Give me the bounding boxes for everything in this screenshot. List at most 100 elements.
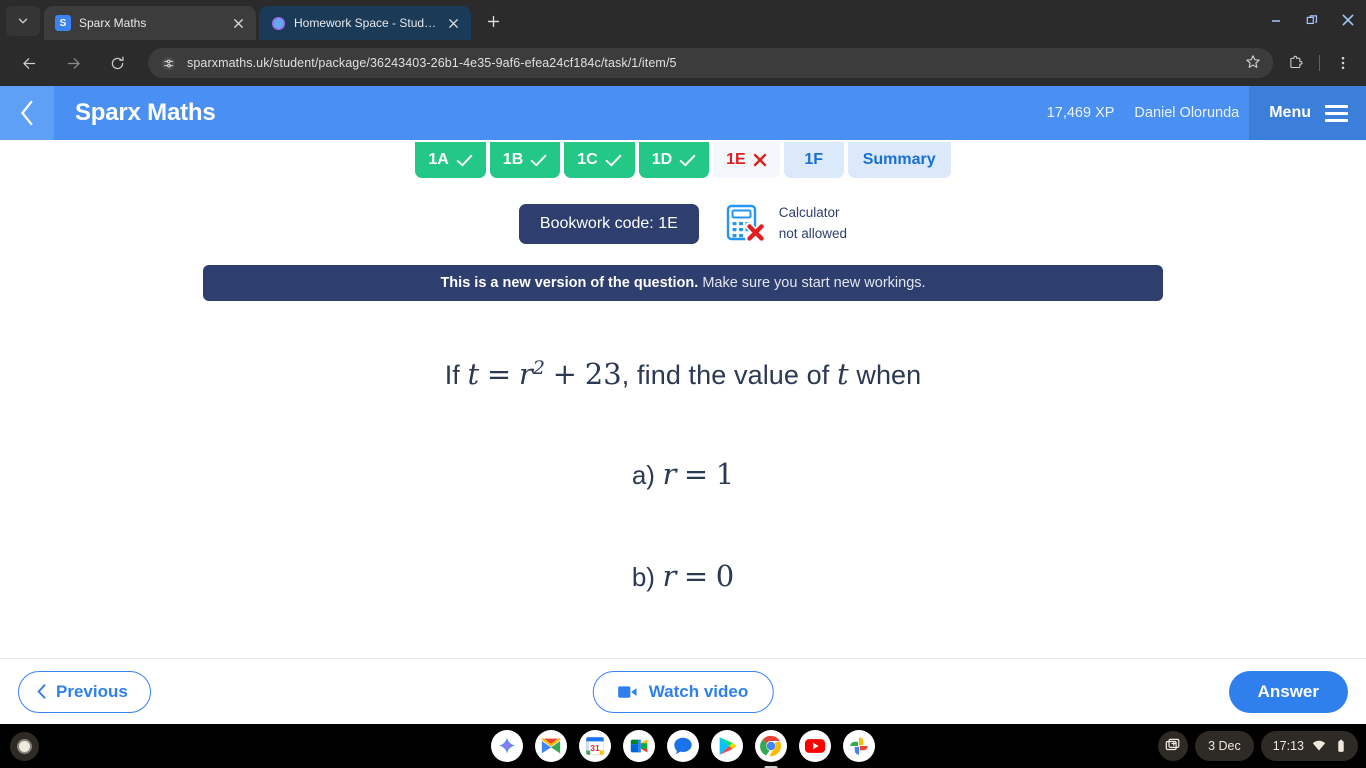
hamburger-icon xyxy=(1325,104,1348,122)
shelf-item-photos[interactable] xyxy=(843,730,875,762)
shelf-item-youtube[interactable] xyxy=(799,730,831,762)
shelf-item-gmail[interactable] xyxy=(535,730,567,762)
reload-button[interactable] xyxy=(101,47,133,79)
new-tab-button[interactable] xyxy=(479,7,507,35)
messages-icon xyxy=(674,737,692,755)
bookwork-code: Bookwork code: 1E xyxy=(518,204,699,244)
shelf-item-play-store[interactable] xyxy=(711,730,743,762)
task-tab-label: 1C xyxy=(577,151,598,168)
browser-tab-sparx[interactable]: S Sparx Maths xyxy=(44,6,256,40)
battery-icon xyxy=(1338,739,1344,752)
browser-tab-studyx[interactable]: Homework Space - StudyX xyxy=(259,6,471,40)
part-label: b) xyxy=(631,562,655,592)
calendar-icon: 31 xyxy=(585,736,605,756)
maximize-button[interactable] xyxy=(1304,12,1320,28)
task-tab-summary[interactable]: Summary xyxy=(847,142,951,178)
previous-button[interactable]: Previous xyxy=(18,670,151,713)
answer-button[interactable]: Answer xyxy=(1228,670,1348,713)
app-title: Sparx Maths xyxy=(75,99,216,126)
task-tab-label: 1A xyxy=(428,151,449,168)
task-tab-1d[interactable]: 1D xyxy=(638,142,710,178)
chrome-icon xyxy=(760,735,782,757)
new-version-banner: This is a new version of the question. M… xyxy=(203,265,1163,301)
app-header-right: 17,469 XP Daniel Olorunda Menu xyxy=(1047,86,1366,140)
app-back-button[interactable] xyxy=(0,86,54,140)
part-variable: r xyxy=(662,457,677,491)
check-icon xyxy=(605,154,621,166)
sparx-icon: S xyxy=(55,15,71,31)
task-tab-label: 1E xyxy=(726,151,746,168)
task-tab-1e[interactable]: 1E xyxy=(713,142,780,178)
back-icon xyxy=(22,57,35,69)
chevron-left-icon xyxy=(37,684,46,699)
minimize-button[interactable] xyxy=(1268,12,1284,28)
bookmark-star-icon[interactable] xyxy=(1245,54,1263,72)
task-tab-label: Summary xyxy=(862,151,936,168)
window-controls xyxy=(1268,0,1366,40)
screen-capture-button[interactable] xyxy=(1158,731,1189,761)
shelf-date[interactable]: 3 Dec xyxy=(1195,731,1254,761)
tab-strip: S Sparx Maths Homework Space - StudyX xyxy=(0,0,1366,40)
close-window-button[interactable] xyxy=(1340,12,1356,28)
calculator-text: Calculator not allowed xyxy=(779,203,847,245)
forward-button[interactable] xyxy=(57,47,89,79)
browser-toolbar: sparxmaths.uk/student/package/36243403-2… xyxy=(0,40,1366,86)
shelf-item-messages[interactable] xyxy=(667,730,699,762)
site-settings-icon[interactable] xyxy=(160,55,177,72)
chevron-down-icon xyxy=(18,18,28,24)
check-icon xyxy=(679,154,696,166)
plus-icon xyxy=(487,15,499,27)
question-part-b: b) r = 0 xyxy=(632,559,734,593)
gemini-icon xyxy=(498,737,516,754)
tab-close-button[interactable] xyxy=(445,15,461,31)
launcher-icon xyxy=(9,731,39,761)
video-camera-icon xyxy=(618,685,637,698)
tab-close-button[interactable] xyxy=(230,15,246,31)
status-tray-button[interactable]: 17:13 xyxy=(1260,731,1358,761)
url-text: sparxmaths.uk/student/package/36243403-2… xyxy=(187,56,677,70)
gmail-icon xyxy=(541,738,561,754)
back-button[interactable] xyxy=(13,47,45,79)
chevron-left-icon xyxy=(20,100,32,126)
browser-window: S Sparx Maths Homework Space - StudyX sp… xyxy=(0,0,1366,724)
math-equals: = xyxy=(486,357,512,391)
page-content: Sparx Maths 17,469 XP Daniel Olorunda Me… xyxy=(0,86,1366,724)
shelf-item-meet[interactable] xyxy=(623,730,655,762)
task-tab-label: 1D xyxy=(651,151,673,168)
watch-video-button[interactable]: Watch video xyxy=(592,670,774,713)
play-store-icon xyxy=(719,737,737,755)
task-tab-strip: 1A 1B 1C 1D 1E 1F Summary xyxy=(0,140,1366,178)
chrome-menu-button[interactable] xyxy=(1328,48,1358,78)
reload-icon xyxy=(111,56,124,69)
photos-icon xyxy=(850,737,868,755)
shelf-item-gemini[interactable] xyxy=(491,730,523,762)
task-tab-1a[interactable]: 1A xyxy=(415,142,486,178)
math-var-t: t xyxy=(467,357,480,391)
question-middle: find the value of xyxy=(637,360,830,390)
bookwork-row: Bookwork code: 1E Calculator not allowed xyxy=(0,203,1366,245)
banner-bold-text: This is a new version of the question. xyxy=(440,275,699,291)
youtube-icon xyxy=(804,739,826,753)
task-tab-1f[interactable]: 1F xyxy=(783,142,844,178)
tab-search-button[interactable] xyxy=(6,6,40,36)
watch-video-label: Watch video xyxy=(648,681,749,701)
chromeos-shelf: 31 3 Dec 17:13 xyxy=(0,724,1366,768)
extensions-button[interactable] xyxy=(1281,48,1311,78)
shelf-item-chrome[interactable] xyxy=(755,730,787,768)
close-icon xyxy=(1342,14,1354,26)
launcher-button[interactable] xyxy=(2,724,46,768)
answer-label: Answer xyxy=(1257,681,1319,701)
app-header: Sparx Maths 17,469 XP Daniel Olorunda Me… xyxy=(0,86,1366,140)
task-tab-1b[interactable]: 1B xyxy=(489,142,561,178)
menu-button[interactable]: Menu xyxy=(1249,86,1366,140)
shelf-item-calendar[interactable]: 31 xyxy=(579,730,611,762)
svg-text:31: 31 xyxy=(590,743,600,753)
address-bar[interactable]: sparxmaths.uk/student/package/36243403-2… xyxy=(148,48,1273,78)
task-tab-label: 1F xyxy=(804,151,824,168)
math-var-r: r xyxy=(518,357,533,391)
question-prefix: If xyxy=(444,360,460,390)
check-icon xyxy=(456,154,473,166)
menu-label: Menu xyxy=(1269,104,1311,121)
previous-label: Previous xyxy=(56,681,128,701)
task-tab-1c[interactable]: 1C xyxy=(564,142,635,178)
